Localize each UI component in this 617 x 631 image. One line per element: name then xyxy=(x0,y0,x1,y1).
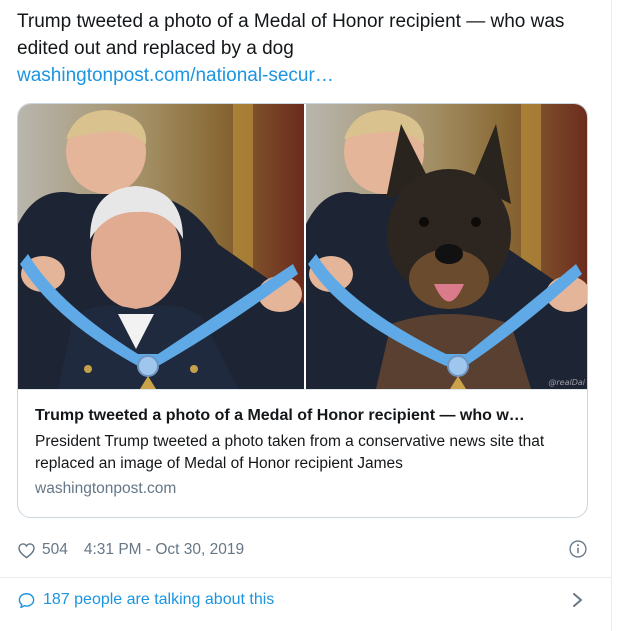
like-button[interactable]: 504 xyxy=(17,541,68,560)
divider xyxy=(0,577,612,578)
info-circle-icon[interactable] xyxy=(568,539,588,559)
card-image-pair[interactable]: @realDai xyxy=(18,104,587,389)
tweet-timestamp[interactable]: 4:31 PM - Oct 30, 2019 xyxy=(84,541,244,559)
conversation-link[interactable]: 187 people are talking about this xyxy=(17,588,588,612)
heart-outline-icon xyxy=(18,542,35,559)
chevron-right-icon xyxy=(573,593,582,607)
card-body[interactable]: Trump tweeted a photo of a Medal of Hono… xyxy=(18,389,587,517)
tweet-body: Trump tweeted a photo of a Medal of Hono… xyxy=(17,8,597,89)
tweet-container: Trump tweeted a photo of a Medal of Hono… xyxy=(0,0,612,631)
card-image-right[interactable]: @realDai xyxy=(306,104,587,389)
card-description: President Trump tweeted a photo taken fr… xyxy=(35,433,545,472)
card-image-left[interactable] xyxy=(18,104,306,389)
speech-bubble-icon xyxy=(18,592,35,608)
link-card[interactable]: @realDai Trump tweeted a photo of a Meda… xyxy=(17,103,588,518)
like-count: 504 xyxy=(42,541,68,558)
conversation-label: 187 people are talking about this xyxy=(43,591,275,608)
card-title[interactable]: Trump tweeted a photo of a Medal of Hono… xyxy=(35,405,573,427)
tweet-link[interactable]: washingtonpost.com/national-secur… xyxy=(17,62,597,89)
tweet-text: Trump tweeted a photo of a Medal of Hono… xyxy=(17,11,565,59)
tweet-meta: 504 4:31 PM - Oct 30, 2019 xyxy=(17,538,588,562)
card-domain: washingtonpost.com xyxy=(35,480,177,497)
edited-dog-photo xyxy=(306,104,587,389)
medal-ceremony-photo xyxy=(18,104,304,389)
image-watermark: @realDai xyxy=(548,378,585,387)
